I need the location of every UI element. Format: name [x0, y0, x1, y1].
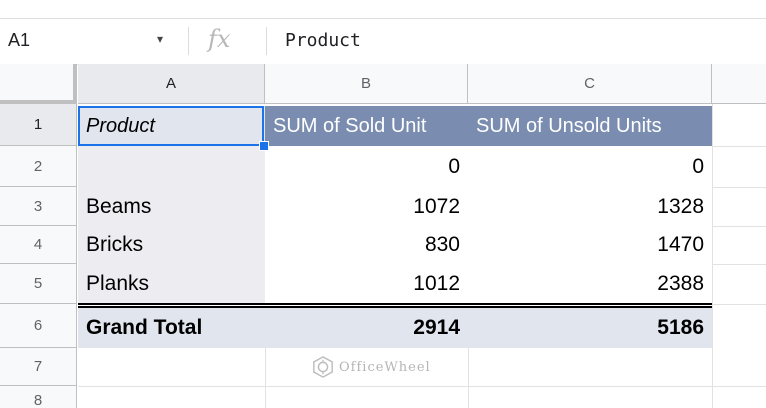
fx-icon: fx — [208, 25, 231, 53]
cell-b4[interactable]: 830 — [265, 226, 468, 264]
cell-c3[interactable]: 1328 — [468, 187, 712, 226]
cell-a5[interactable]: Planks — [78, 264, 265, 303]
gridline — [712, 104, 713, 408]
column-header-a[interactable]: A — [78, 64, 265, 104]
cell-c6[interactable]: 5186 — [468, 308, 712, 348]
select-all-corner[interactable] — [0, 64, 77, 104]
cell-a2[interactable] — [78, 146, 265, 187]
cell-b2[interactable]: 0 — [265, 146, 468, 187]
gridline — [712, 264, 766, 265]
gridline — [78, 386, 766, 387]
cell-b1[interactable]: SUM of Sold Unit — [265, 106, 468, 146]
watermark: OfficeWheel — [312, 356, 431, 378]
gridline — [712, 146, 766, 147]
row-header-1[interactable]: 1 — [0, 104, 77, 146]
row-header-6[interactable]: 6 — [0, 304, 77, 348]
cell-a4[interactable]: Bricks — [78, 226, 265, 264]
officewheel-logo-icon — [313, 356, 333, 378]
row-header-8[interactable]: 8 — [0, 386, 77, 408]
column-header-next[interactable] — [712, 64, 766, 104]
cell-a3[interactable]: Beams — [78, 187, 265, 226]
gridline — [712, 226, 766, 227]
gridline — [712, 187, 766, 188]
row-header-4[interactable]: 4 — [0, 226, 77, 264]
divider — [266, 27, 267, 55]
cell-c1[interactable]: SUM of Unsold Units — [468, 106, 712, 146]
row-header-3[interactable]: 3 — [0, 187, 77, 226]
fill-handle[interactable] — [259, 141, 269, 151]
chevron-down-icon[interactable]: ▾ — [157, 32, 163, 46]
cell-b5[interactable]: 1012 — [265, 264, 468, 303]
cell-c5[interactable]: 2388 — [468, 264, 712, 303]
divider — [188, 27, 189, 55]
gridline — [712, 304, 766, 305]
cell-a6[interactable]: Grand Total — [78, 308, 265, 348]
gridline — [265, 348, 266, 408]
column-header-c[interactable]: C — [468, 64, 712, 104]
active-cell-border — [78, 106, 264, 146]
spreadsheet-window: A1 ▾ fx Product A B C 1 2 3 4 5 6 7 8 Pr… — [0, 0, 766, 408]
formula-input[interactable]: Product — [285, 30, 361, 51]
watermark-text: OfficeWheel — [339, 359, 431, 375]
name-box[interactable]: A1 ▾ — [0, 19, 188, 64]
gridline — [468, 348, 469, 408]
row-header-5[interactable]: 5 — [0, 264, 77, 304]
column-header-b[interactable]: B — [265, 64, 468, 104]
row-header-7[interactable]: 7 — [0, 348, 77, 386]
row-header-2[interactable]: 2 — [0, 146, 77, 187]
cell-b3[interactable]: 1072 — [265, 187, 468, 226]
cell-c2[interactable]: 0 — [468, 146, 712, 187]
formula-bar: A1 ▾ fx Product — [0, 18, 766, 65]
cell-b6[interactable]: 2914 — [265, 308, 468, 348]
cell-reference[interactable]: A1 — [8, 30, 30, 51]
cell-c4[interactable]: 1470 — [468, 226, 712, 264]
